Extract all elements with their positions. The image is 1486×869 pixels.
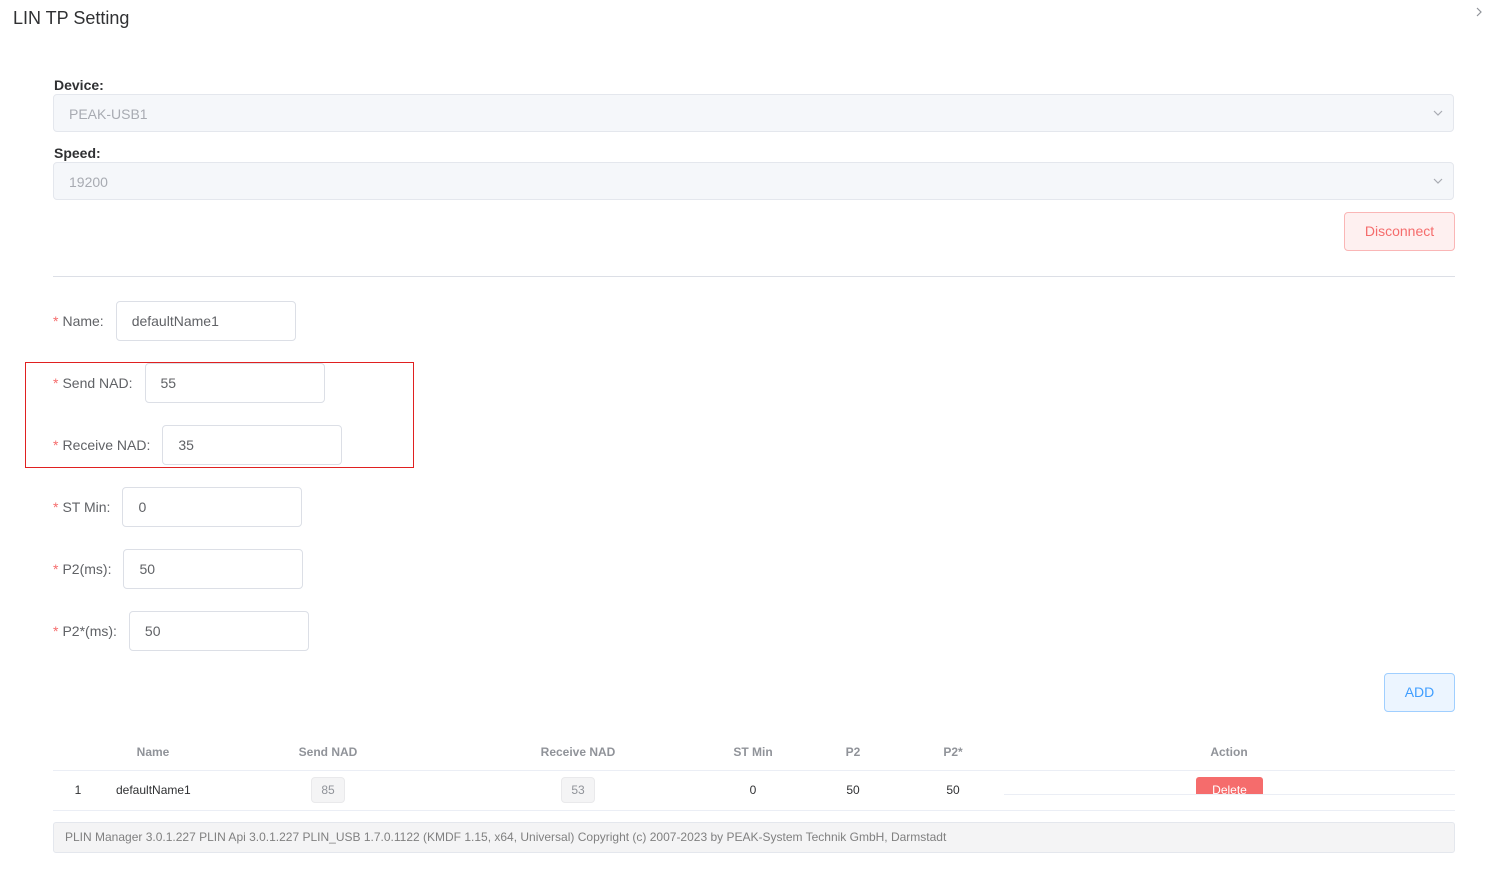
header-send-nad: Send NAD [298,745,358,759]
send-nad-input[interactable] [144,363,325,403]
delete-button[interactable]: Delete [1196,777,1263,794]
row-p2: 50 [846,783,860,797]
table-bottom-divider [53,810,1455,811]
header-p2: P2 [845,745,861,759]
chevron-down-icon [1433,110,1443,116]
header-receive-nad: Receive NAD [540,745,616,759]
p2-input[interactable] [123,549,304,589]
table-header-divider [53,770,1455,771]
close-icon[interactable] [1476,6,1482,20]
device-label: Device: [54,77,104,93]
name-label: * Name: [53,313,104,329]
device-value: PEAK-USB1 [69,106,148,122]
row-name: defaultName1 [116,783,191,797]
p2-star-input[interactable] [128,611,309,651]
divider [53,276,1455,277]
row-index: 1 [74,783,82,797]
form-row-name: * Name: [53,301,296,341]
header-p2-star: P2* [943,745,963,759]
receive-nad-label: * Receive NAD: [53,437,151,453]
st-min-label: * ST Min: [53,499,111,515]
speed-select[interactable]: 19200 [53,162,1454,200]
row-divider [1004,794,1455,795]
p2-label: * P2(ms): [53,561,112,577]
form-row-receive-nad: * Receive NAD: [53,425,343,465]
send-nad-label: * Send NAD: [53,375,133,391]
status-footer: PLIN Manager 3.0.1.227 PLIN Api 3.0.1.22… [53,822,1455,853]
speed-label: Speed: [54,145,101,161]
form-row-send-nad: * Send NAD: [53,363,325,403]
row-p2-star: 50 [946,783,960,797]
device-select[interactable]: PEAK-USB1 [53,94,1454,132]
receive-nad-input[interactable] [162,425,343,465]
chevron-down-icon [1433,178,1443,184]
name-input[interactable] [115,301,296,341]
form-row-p2: * P2(ms): [53,549,304,589]
add-button[interactable]: ADD [1384,673,1455,712]
row-receive-nad-tag: 53 [561,777,595,803]
dialog-title: LIN TP Setting [13,8,130,28]
row-st-min: 0 [749,783,757,797]
form-row-p2-star: * P2*(ms): [53,611,309,651]
header-action: Action [1210,745,1248,759]
speed-value: 19200 [69,174,108,190]
disconnect-button[interactable]: Disconnect [1344,212,1455,251]
form-row-st-min: * ST Min: [53,487,303,527]
row-send-nad-tag: 85 [311,777,345,803]
st-min-input[interactable] [122,487,303,527]
header-name: Name [136,745,170,759]
header-st-min: ST Min [733,745,773,759]
p2-star-label: * P2*(ms): [53,623,117,639]
